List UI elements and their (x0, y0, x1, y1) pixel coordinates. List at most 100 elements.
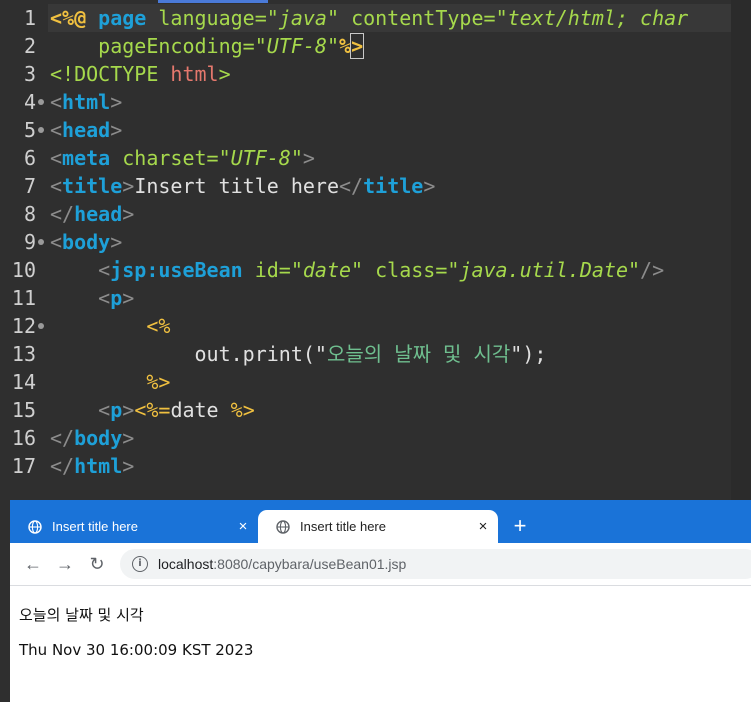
code-token: <%= (134, 398, 171, 422)
code-token: "); (510, 342, 547, 366)
code-token: "UTF-8" (218, 146, 303, 170)
code-token: "date" (290, 258, 376, 282)
line-number: 16 (11, 426, 36, 450)
code-token: %> (230, 398, 255, 422)
code-token: meta (62, 146, 123, 170)
code-text: <% (50, 312, 170, 340)
code-token: 오늘의 날짜 및 시각 (326, 342, 511, 366)
code-token: > (110, 118, 123, 142)
tab-title: Insert title here (300, 519, 386, 534)
code-text: out.print("오늘의 날짜 및 시각"); (50, 340, 546, 368)
code-token: < (50, 174, 63, 198)
code-token: html (62, 90, 111, 114)
code-token: < (50, 90, 63, 114)
code-line[interactable]: 15 <p><%=date %> (0, 396, 751, 424)
code-text: <html> (50, 88, 122, 116)
code-line[interactable]: 3 <!DOCTYPE html> (0, 60, 751, 88)
browser-toolbar: ← → ↻ i localhost:8080/capybara/useBean0… (10, 543, 751, 586)
code-text: <p><%=date %> (50, 396, 255, 424)
code-token: > (110, 90, 123, 114)
line-number: 7 (23, 174, 36, 198)
code-line[interactable]: 6 <meta charset="UTF-8"> (0, 144, 751, 172)
line-number: 17 (11, 454, 36, 478)
output-heading: 오늘의 날짜 및 시각 (19, 606, 144, 624)
code-text: %> (50, 368, 170, 396)
code-text: pageEncoding="UTF-8"%> (50, 32, 365, 60)
code-token: </ (339, 174, 364, 198)
code-token: html (170, 62, 219, 86)
code-line[interactable]: 17 </html> (0, 452, 751, 480)
page-content: 오늘의 날짜 및 시각 Thu Nov 30 16:00:09 KST 2023 (10, 586, 751, 702)
back-arrow-icon[interactable]: ← (20, 551, 46, 577)
code-line[interactable]: 8 </head> (0, 200, 751, 228)
code-line[interactable]: 1 <%@ page language="java" contentType="t… (0, 4, 751, 32)
line-number: 2 (23, 34, 36, 58)
code-line[interactable]: 9 <body> (0, 228, 751, 256)
line-number: 1 (23, 6, 36, 30)
fold-marker-icon[interactable] (38, 239, 44, 245)
code-token: %> (146, 370, 171, 394)
code-line[interactable]: 12 <% (0, 312, 751, 340)
code-editor[interactable]: 1 <%@ page language="java" contentType="t… (0, 0, 751, 500)
fold-marker-icon[interactable] (38, 99, 44, 105)
code-token: > (302, 146, 315, 170)
code-token: > (122, 454, 135, 478)
code-token: </ (50, 454, 75, 478)
code-token: <!DOCTYPE (50, 62, 171, 86)
fold-marker-icon[interactable] (38, 323, 44, 329)
line-number: 10 (11, 258, 36, 282)
code-text: <head> (50, 116, 122, 144)
code-token: out.print(" (50, 342, 327, 366)
browser-tab-1[interactable]: Insert title here × (10, 510, 258, 543)
fold-marker-icon[interactable] (38, 127, 44, 133)
code-text: </head> (50, 200, 134, 228)
line-number: 9 (23, 230, 36, 254)
code-token: </ (50, 202, 75, 226)
address-bar[interactable]: i localhost:8080/capybara/useBean01.jsp (120, 549, 751, 579)
reload-icon[interactable]: ↻ (84, 551, 110, 577)
globe-icon (28, 519, 42, 534)
code-line[interactable]: 2 pageEncoding="UTF-8"%> (0, 32, 751, 60)
code-token: </ (50, 426, 75, 450)
code-line[interactable]: 7 <title>Insert title here</title> (0, 172, 751, 200)
url-text: localhost:8080/capybara/useBean01.jsp (158, 556, 406, 572)
line-number: 11 (11, 286, 36, 310)
code-token: html (74, 454, 123, 478)
code-text: <body> (50, 228, 122, 256)
tab-title: Insert title here (52, 519, 138, 534)
code-token: page (98, 6, 159, 30)
code-token: > (122, 174, 135, 198)
code-token: > (122, 202, 135, 226)
code-line[interactable]: 11 <p> (0, 284, 751, 312)
code-token: "UTF-8" (254, 34, 340, 58)
code-token: < (50, 146, 63, 170)
code-line[interactable]: 10 <jsp:useBean id="date" class="java.ut… (0, 256, 751, 284)
close-icon[interactable]: × (228, 518, 258, 535)
code-line[interactable]: 5 <head> (0, 116, 751, 144)
code-line[interactable]: 14 %> (0, 368, 751, 396)
info-icon[interactable]: i (132, 556, 148, 572)
code-text: <%@ page language="java" contentType="te… (50, 4, 688, 32)
code-token: p (110, 398, 123, 422)
browser-tab-2-active[interactable]: Insert title here × (258, 510, 498, 543)
browser-window: Insert title here × Insert title here × … (10, 500, 751, 702)
code-token: class= (375, 258, 448, 282)
code-token: p (110, 286, 123, 310)
code-token: < (98, 286, 111, 310)
code-token: > (218, 62, 231, 86)
code-line[interactable]: 16 </body> (0, 424, 751, 452)
code-token: > (350, 33, 365, 59)
line-number: 12 (11, 314, 36, 338)
code-text: <!DOCTYPE html> (50, 60, 231, 88)
plus-icon[interactable]: + (510, 512, 530, 540)
code-text: </body> (50, 424, 134, 452)
forward-arrow-icon[interactable]: → (52, 551, 78, 577)
close-icon[interactable]: × (468, 518, 498, 535)
code-line[interactable]: 13 out.print("오늘의 날짜 및 시각"); (0, 340, 751, 368)
code-line[interactable]: 4 <html> (0, 88, 751, 116)
line-number: 5 (23, 118, 36, 142)
